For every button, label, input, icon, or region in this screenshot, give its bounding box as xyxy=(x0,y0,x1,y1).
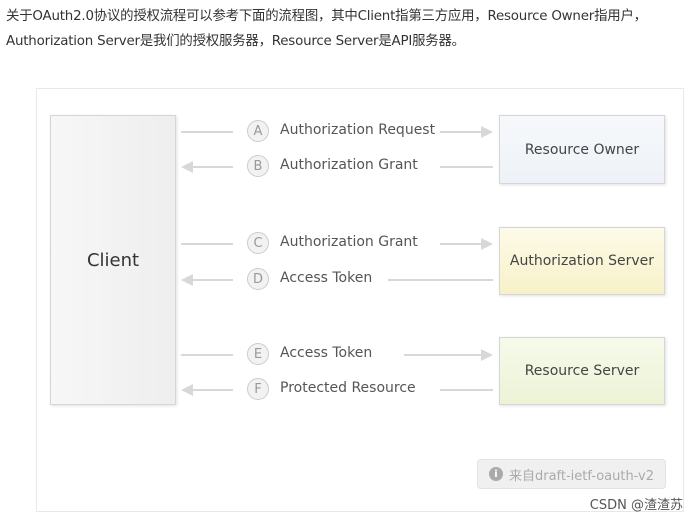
flow-d-line-right xyxy=(388,279,493,281)
flow-a-label: Authorization Request xyxy=(280,122,436,138)
source-badge: i 来自draft-ietf-oauth-v2 xyxy=(477,459,666,489)
flow-b-line-right xyxy=(440,166,493,168)
flow-b-line-left xyxy=(192,166,233,168)
flow-f-letter: F xyxy=(247,378,269,400)
flow-a-line-left xyxy=(181,131,233,133)
flow-b: B Authorization Grant xyxy=(0,155,699,179)
flow-d-label: Access Token xyxy=(280,270,373,286)
flow-c-arrow-right-icon xyxy=(481,238,493,250)
csdn-watermark: CSDN @渣渣苏 xyxy=(589,498,683,513)
flow-c: C Authorization Grant xyxy=(0,232,699,256)
flow-e-line-right xyxy=(404,354,482,356)
flow-d-line-left xyxy=(192,279,233,281)
flow-f-label: Protected Resource xyxy=(280,380,416,396)
flow-c-label: Authorization Grant xyxy=(280,234,418,250)
flow-d-letter: D xyxy=(247,268,269,290)
flow-e-letter: E xyxy=(247,343,269,365)
intro-text: 关于OAuth2.0协议的授权流程可以参考下面的流程图，其中Client指第三方… xyxy=(6,4,696,54)
flow-e: E Access Token xyxy=(0,343,699,367)
flow-a-letter: A xyxy=(247,120,269,142)
flow-e-arrow-right-icon xyxy=(481,349,493,361)
flow-b-label: Authorization Grant xyxy=(280,157,418,173)
intro-line-1: 关于OAuth2.0协议的授权流程可以参考下面的流程图，其中Client指第三方… xyxy=(6,9,647,24)
flow-e-line-left xyxy=(181,354,233,356)
flow-e-label: Access Token xyxy=(280,345,373,361)
flow-a-arrow-right-icon xyxy=(481,126,493,138)
flow-a-line-right xyxy=(440,131,482,133)
source-text: 来自draft-ietf-oauth-v2 xyxy=(508,468,654,484)
flow-f-line-right xyxy=(440,389,493,391)
flow-c-letter: C xyxy=(247,232,269,254)
flow-b-letter: B xyxy=(247,155,269,177)
flow-d: D Access Token xyxy=(0,268,699,292)
flow-c-line-right xyxy=(440,243,482,245)
flow-c-line-left xyxy=(181,243,233,245)
flow-f-line-left xyxy=(192,389,233,391)
intro-line-2: Authorization Server是我们的授权服务器，Resource S… xyxy=(6,34,465,49)
info-circle-icon: i xyxy=(488,467,503,481)
flow-a: A Authorization Request xyxy=(0,120,699,144)
flow-f: F Protected Resource xyxy=(0,378,699,402)
